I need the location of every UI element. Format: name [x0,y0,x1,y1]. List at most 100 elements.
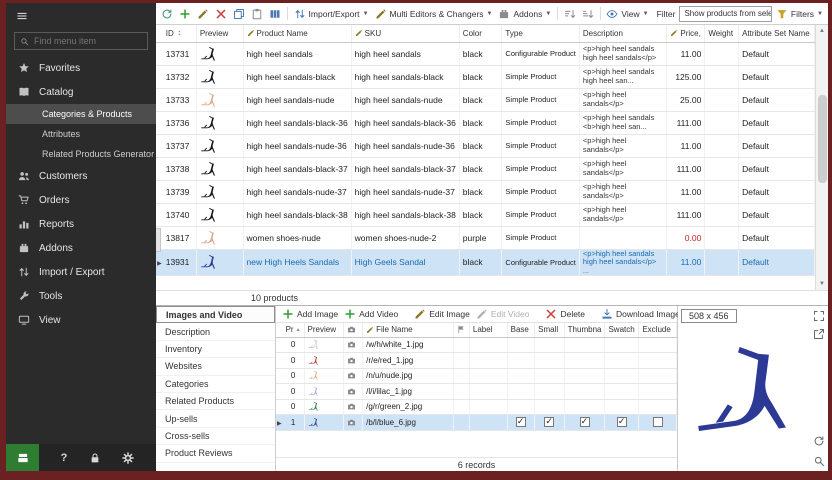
column-header-id[interactable]: ID [163,25,197,42]
product-row[interactable]: 13740 high heel sandals-black-38high hee… [156,203,815,226]
swatch-checkbox[interactable] [617,417,627,427]
base-checkbox[interactable] [516,417,526,427]
tab-inventory[interactable]: Inventory [156,341,275,358]
product-row[interactable]: 13738 high heel sandals-black-37high hee… [156,157,815,180]
sidebar-item-reports[interactable]: Reports [6,212,156,236]
sidebar-item-addons[interactable]: Addons [6,236,156,260]
scroll-down-icon[interactable]: ▼ [819,278,825,290]
images-column-swatch[interactable]: Swatch [605,323,639,337]
thumbnail-checkbox[interactable] [580,417,590,427]
sidebar-subitem-attributes[interactable]: Attributes [6,124,156,144]
rotate-icon[interactable] [813,435,825,447]
images-column-position[interactable]: Pr▲ [283,323,304,337]
tab-websites[interactable]: Websites [156,358,275,375]
image-row[interactable]: 0 /n/u/nude.jpg [276,368,677,384]
images-column-base[interactable]: Base [507,323,535,337]
tab-related-products[interactable]: Related Products [156,393,275,410]
tab-product-reviews[interactable]: Product Reviews [156,445,275,462]
multi-editors-menu[interactable]: Multi Editors & Changers▼ [373,7,495,21]
product-row[interactable]: 13731 high heel sandalshigh heel sandals… [156,42,815,65]
edit-video-button[interactable]: Edit Video [476,308,530,320]
column-header-color[interactable]: Color [459,25,502,42]
image-row[interactable]: 0 /r/e/red_1.jpg [276,353,677,369]
tab-up-sells[interactable]: Up-sells [156,410,275,427]
product-row[interactable]: ▶13931 new High Heels SandalsHigh Geels … [156,249,815,276]
sidebar-item-favorites[interactable]: Favorites [6,56,156,80]
sidebar-item-catalog[interactable]: Catalog [6,80,156,104]
sidebar-search[interactable] [14,32,148,50]
small-checkbox[interactable] [544,417,554,427]
tab-cross-sells[interactable]: Cross-sells [156,428,275,445]
grid-scrollbar[interactable]: ▲ ▼ [815,25,828,290]
add-button[interactable] [177,7,193,21]
add-video-button[interactable]: Add Video [344,308,398,320]
download-image-button[interactable]: Download Image [601,308,680,320]
help-button[interactable]: ? [61,452,68,464]
sort-desc-button[interactable] [580,7,596,21]
category-filter-select[interactable]: Show products from selected categories▼ [679,6,771,22]
product-row[interactable]: 13732 high heel sandals-blackhigh heel s… [156,65,815,88]
product-row[interactable]: 13736 high heel sandals-black-36high hee… [156,111,815,134]
sidebar-item-tools[interactable]: Tools [6,284,156,308]
copy-button[interactable] [231,7,247,21]
column-header-description[interactable]: Description [579,25,666,42]
paste-button[interactable] [249,7,265,21]
images-column-file-name[interactable]: File Name [363,323,454,337]
add-image-button[interactable]: Add Image [282,308,338,320]
images-column-camera[interactable] [343,323,362,337]
refresh-button[interactable] [159,7,175,21]
column-header-attr[interactable]: Attribute Set Name [739,25,815,42]
filters-menu[interactable]: Filters▼ [774,7,825,21]
image-row[interactable]: ▶1 /b/l/blue_6.jpg [276,415,677,431]
menu-search-input[interactable] [34,36,142,46]
scroll-up-icon[interactable]: ▲ [819,25,825,37]
product-row[interactable]: 13817 women shoes-nudewomen shoes-nude-2… [156,226,815,249]
image-row[interactable]: 0 /l/i/lilac_1.jpg [276,384,677,400]
edit-image-button[interactable]: Edit Image [414,308,470,320]
product-row[interactable]: 13737 high heel sandals-nude-36high heel… [156,134,815,157]
sidebar-item-orders[interactable]: Orders [6,188,156,212]
column-header-weight[interactable]: Weight [705,25,739,42]
sidebar-item-view[interactable]: View [6,308,156,332]
panel-collapse-handle[interactable] [156,228,161,252]
store-button[interactable] [6,444,39,471]
column-header-price[interactable]: Price, [667,25,705,42]
zoom-icon[interactable] [813,455,825,467]
edit-button[interactable] [195,7,211,21]
product-row[interactable]: 13733 high heel sandals-nudehigh heel sa… [156,88,815,111]
open-external-icon[interactable] [813,328,825,340]
fullscreen-icon[interactable] [813,310,825,322]
tab-categories[interactable]: Categories [156,376,275,393]
delete-button[interactable] [213,7,229,21]
import-export-menu[interactable]: Import/Export▼ [292,7,371,21]
column-header-type[interactable]: Type [502,25,579,42]
sidebar-item-import-export[interactable]: Import / Export [6,260,156,284]
image-row[interactable]: 0 /g/r/green_2.jpg [276,399,677,415]
delete-button[interactable]: Delete [545,308,585,320]
images-column-thumbnail[interactable]: Thumbna [564,323,605,337]
sidebar-item-customers[interactable]: Customers [6,164,156,188]
images-column-exclude[interactable]: Exclude [639,323,677,337]
images-column-preview[interactable]: Preview [304,323,343,337]
gear-icon[interactable] [122,452,134,464]
tab-description[interactable]: Description [156,323,275,340]
scroll-thumb[interactable] [818,95,827,183]
sort-asc-button[interactable] [562,7,578,21]
lock-icon[interactable] [89,452,101,464]
menu-button[interactable] [6,3,156,29]
sidebar-subitem-related-products-generator[interactable]: Related Products Generator [6,144,156,164]
exclude-checkbox[interactable] [653,417,663,427]
column-header-preview[interactable]: Preview [196,25,243,42]
tab-images-and-video[interactable]: Images and Video [156,306,275,323]
images-column-label[interactable]: Label [469,323,507,337]
columns-button[interactable] [267,7,283,21]
sidebar-subitem-categories-products[interactable]: Categories & Products [6,104,156,124]
product-row[interactable]: 13739 high heel sandals-nude-37high heel… [156,180,815,203]
view-menu[interactable]: View▼ [604,7,650,21]
column-header-name[interactable]: Product Name [243,25,351,42]
addons-menu[interactable]: Addons▼ [496,7,553,21]
images-column-flag[interactable] [453,323,469,337]
image-row[interactable]: 0 /w/h/white_1.jpg [276,337,677,353]
images-column-small[interactable]: Small [535,323,565,337]
column-header-sku[interactable]: SKU [351,25,459,42]
